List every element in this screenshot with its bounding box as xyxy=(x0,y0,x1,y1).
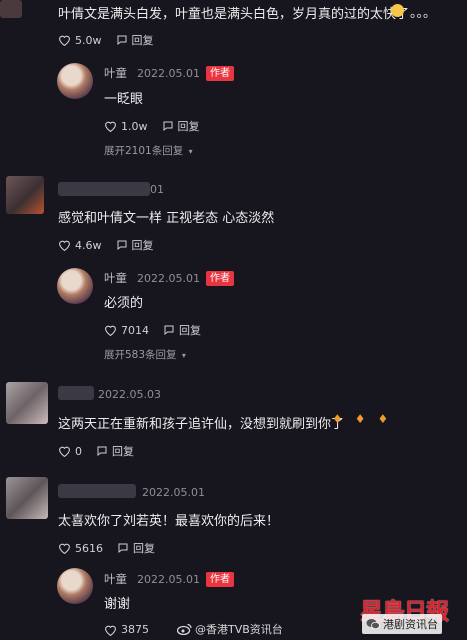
heart-icon xyxy=(59,446,70,457)
comment-date: 2022.05.01 xyxy=(142,486,205,499)
author-avatar[interactable] xyxy=(57,568,93,604)
blurred-username xyxy=(58,182,150,196)
author-avatar[interactable] xyxy=(57,268,93,304)
like-count: 0 xyxy=(75,444,82,458)
comment-actions: 4.6w 回复 xyxy=(58,237,168,253)
reply-actions: 3875 xyxy=(104,623,163,636)
reply-button[interactable]: 回复 xyxy=(162,118,200,134)
blurred-avatar[interactable] xyxy=(6,382,48,424)
wechat-icon xyxy=(366,619,380,630)
fire-emoji-icon: ♦♦♦ xyxy=(332,412,401,426)
reply-icon xyxy=(163,121,172,132)
expand-replies-link[interactable]: 展开2101条回复 ▾ xyxy=(104,143,193,158)
comment-text: 叶倩文是满头白发，叶童也是满头白色，岁月真的过的太快了 xyxy=(58,7,410,22)
expand-replies-link[interactable]: 展开583条回复 ▾ xyxy=(104,347,186,362)
emoji-icon xyxy=(391,4,404,17)
reply-icon xyxy=(117,240,126,251)
reply-button[interactable]: 回复 xyxy=(96,443,134,459)
reply-icon xyxy=(164,325,174,336)
like-button[interactable]: 4.6w xyxy=(58,239,102,252)
like-count: 7014 xyxy=(121,323,149,337)
comment-text: 这两天正在重新和孩子追许仙，没想到就刷到你了 xyxy=(58,417,345,432)
like-button[interactable]: 5.0w xyxy=(58,34,102,47)
heart-icon xyxy=(105,325,116,336)
reply-button[interactable]: 回复 xyxy=(163,322,201,338)
blurred-username xyxy=(58,386,94,400)
author-badge: 作者 xyxy=(205,571,234,587)
author-avatar[interactable] xyxy=(57,63,93,99)
like-button[interactable]: 5616 xyxy=(58,542,103,555)
heart-icon xyxy=(59,240,70,251)
reply-text: 谢谢 xyxy=(104,597,131,612)
reply-date: 2022.05.01 xyxy=(137,66,200,80)
ellipsis: 。。。 xyxy=(410,6,437,21)
like-button[interactable]: 3875 xyxy=(104,623,149,636)
like-count: 1.0w xyxy=(121,119,148,133)
chevron-down-icon: ▾ xyxy=(188,147,193,156)
blurred-avatar[interactable] xyxy=(6,477,48,519)
reply-text: 必须的 xyxy=(104,296,144,311)
blurred-username xyxy=(58,484,136,498)
reply-icon xyxy=(117,35,126,46)
wechat-watermark: 港剧资讯台 xyxy=(362,614,442,634)
reply-icon xyxy=(118,543,128,554)
chevron-down-icon: ▾ xyxy=(181,351,186,360)
blurred-avatar xyxy=(0,0,22,18)
like-count: 5616 xyxy=(75,541,103,555)
author-name[interactable]: 叶童 xyxy=(104,65,127,81)
comment-text: 太喜欢你了刘若英！最喜欢你的后来！ xyxy=(58,514,280,529)
like-button[interactable]: 0 xyxy=(58,445,82,458)
comment-text: 感觉和叶倩文一样 正视老态 心态淡然 xyxy=(58,211,275,226)
comment-date: 2022.05.03 xyxy=(98,388,161,401)
blurred-avatar[interactable] xyxy=(6,176,44,214)
reply-date: 2022.05.01 xyxy=(137,572,200,586)
author-name[interactable]: 叶童 xyxy=(104,270,127,286)
like-count: 4.6w xyxy=(75,238,102,252)
heart-icon xyxy=(105,625,116,636)
author-name[interactable]: 叶童 xyxy=(104,571,127,587)
heart-icon xyxy=(105,121,116,132)
reply-icon xyxy=(97,446,107,457)
weibo-watermark: @香港TVB资讯台 xyxy=(177,621,283,637)
comment-actions: 0 回复 xyxy=(58,443,148,459)
reply-button[interactable]: 回复 xyxy=(116,237,154,253)
like-count: 5.0w xyxy=(75,33,102,47)
comment-actions: 5616 回复 xyxy=(58,540,169,556)
like-button[interactable]: 7014 xyxy=(104,324,149,337)
author-badge: 作者 xyxy=(205,270,234,286)
comment-actions: 5.0w 回复 xyxy=(58,32,168,48)
author-badge: 作者 xyxy=(205,65,234,81)
username-suffix: 01 xyxy=(150,183,164,196)
reply-actions: 7014 回复 xyxy=(104,322,215,338)
reply-actions: 1.0w 回复 xyxy=(104,118,214,134)
reply-button[interactable]: 回复 xyxy=(117,540,155,556)
heart-icon xyxy=(59,543,70,554)
reply-button[interactable]: 回复 xyxy=(116,32,154,48)
like-button[interactable]: 1.0w xyxy=(104,120,148,133)
heart-icon xyxy=(59,35,70,46)
reply-text: 一眨眼 xyxy=(104,92,144,107)
weibo-icon xyxy=(177,623,192,635)
reply-date: 2022.05.01 xyxy=(137,271,200,285)
like-count: 3875 xyxy=(121,623,149,636)
